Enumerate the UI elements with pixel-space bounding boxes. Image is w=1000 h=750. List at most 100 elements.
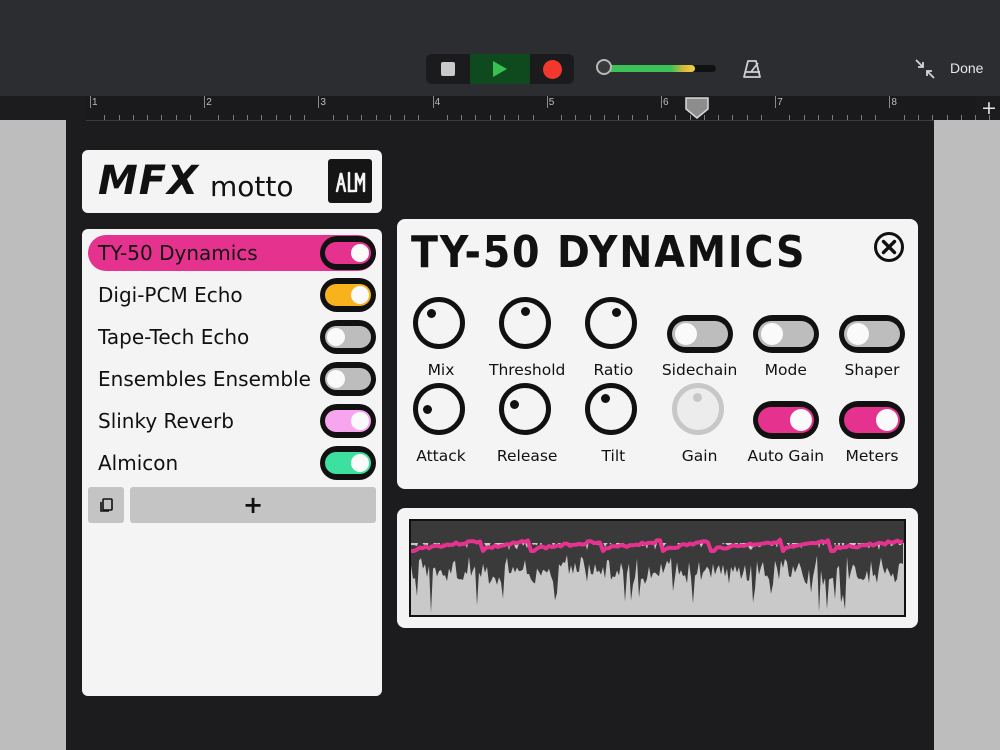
auto-gain-toggle[interactable]	[752, 401, 819, 439]
toggle-knob	[789, 409, 812, 431]
knob-indicator	[601, 393, 611, 403]
ruler-minor-tick	[875, 115, 877, 120]
ruler-minor-tick	[818, 115, 820, 120]
ruler-minor-tick	[332, 115, 334, 120]
mode-toggle[interactable]	[752, 315, 819, 353]
done-button[interactable]: Done	[950, 60, 983, 76]
playhead-marker[interactable]	[685, 97, 709, 119]
toggle-knob	[876, 409, 898, 431]
knob-indicator	[520, 306, 530, 316]
panel-title: TY-50 DYNAMICS	[411, 227, 807, 278]
record-icon	[542, 59, 562, 79]
effect-row[interactable]: Slinky Reverb	[88, 403, 376, 439]
timeline-ruler[interactable]: 1 2 3 4 5 6 7 8	[86, 96, 991, 121]
effect-enable-toggle[interactable]	[320, 236, 376, 270]
effect-enable-toggle[interactable]	[320, 320, 376, 354]
meters-toggle[interactable]	[839, 401, 905, 439]
ruler-minor-tick	[846, 115, 848, 120]
ruler-minor-tick	[917, 115, 919, 120]
ruler-minor-tick	[346, 115, 348, 120]
brand-name: MFX	[98, 158, 199, 204]
effect-row[interactable]: TY-50 Dynamics	[88, 235, 376, 271]
left-gutter	[0, 120, 66, 750]
threshold-knob[interactable]	[499, 297, 552, 349]
auto-gain-control: Auto Gain	[743, 383, 829, 469]
volume-handle[interactable]	[596, 59, 612, 75]
minimize-icon[interactable]	[914, 58, 936, 80]
ruler-minor-tick	[475, 115, 477, 120]
ruler-minor-tick	[561, 115, 563, 120]
brand-subtitle: motto	[210, 170, 294, 203]
effect-name: TY-50 Dynamics	[98, 241, 258, 265]
toggle-knob	[327, 370, 345, 388]
sidechain-toggle[interactable]	[666, 315, 733, 353]
ruler-bar-number: 5	[548, 97, 555, 108]
add-track-button[interactable]: +	[978, 97, 1000, 119]
master-volume-slider[interactable]	[596, 59, 720, 77]
mix-label: Mix	[427, 361, 455, 379]
ruler-major-tick	[90, 96, 91, 108]
ruler-minor-tick	[803, 115, 805, 120]
shaper-label: Shaper	[844, 361, 900, 379]
ruler-minor-tick	[532, 115, 534, 120]
close-panel-button[interactable]	[873, 231, 905, 263]
duplicate-effect-button[interactable]	[88, 487, 124, 523]
ruler-minor-tick	[389, 115, 391, 120]
knob-indicator	[693, 392, 703, 402]
volume-fill	[600, 65, 696, 72]
ruler-major-tick	[318, 96, 320, 108]
toggle-knob	[351, 286, 369, 304]
sidechain-control: Sidechain	[657, 297, 743, 383]
toggle-knob	[674, 323, 697, 345]
meters-label: Meters	[845, 447, 899, 465]
brand-card: MFX motto	[82, 150, 382, 213]
effect-enable-toggle[interactable]	[320, 446, 376, 480]
knob-indicator	[422, 405, 432, 415]
effect-row[interactable]: Digi-PCM Echo	[88, 277, 376, 313]
ruler-major-tick	[661, 96, 662, 108]
effect-name: Digi-PCM Echo	[98, 283, 243, 307]
ruler-minor-tick	[760, 115, 762, 120]
ratio-knob[interactable]	[585, 297, 638, 349]
tilt-knob[interactable]	[585, 383, 638, 435]
ruler-bar-number: 6	[663, 97, 669, 108]
transport-controls	[426, 54, 574, 84]
gain-control: Gain	[657, 383, 743, 469]
toggle-knob	[351, 412, 369, 430]
gain-knob	[671, 383, 724, 435]
shaper-toggle[interactable]	[839, 315, 905, 353]
add-effect-button[interactable]: +	[130, 487, 376, 523]
play-button[interactable]	[470, 54, 530, 84]
ruler-minor-tick	[289, 115, 291, 120]
ruler-minor-tick	[275, 115, 277, 120]
effect-enable-toggle[interactable]	[320, 362, 376, 396]
effect-name: Ensembles Ensemble	[98, 367, 311, 391]
effect-row[interactable]: Tape-Tech Echo	[88, 319, 376, 355]
threshold-control: Threshold	[484, 297, 570, 383]
mix-knob[interactable]	[413, 297, 465, 349]
play-icon	[493, 61, 507, 77]
effect-row[interactable]: Ensembles Ensemble	[88, 361, 376, 397]
ruler-minor-tick	[589, 115, 591, 120]
ruler-minor-tick	[175, 115, 177, 120]
ruler-bar-number: 1	[92, 97, 98, 108]
mode-label: Mode	[764, 361, 807, 379]
ruler-minor-tick	[218, 115, 220, 120]
ratio-control: Ratio	[570, 297, 656, 383]
release-knob[interactable]	[499, 383, 552, 435]
metronome-icon[interactable]	[741, 58, 763, 80]
mode-control: Mode	[743, 297, 829, 383]
effect-enable-toggle[interactable]	[320, 278, 376, 312]
record-button[interactable]	[530, 54, 574, 84]
ruler-minor-tick	[903, 115, 905, 120]
attack-knob[interactable]	[413, 383, 465, 435]
stop-button[interactable]	[426, 54, 470, 84]
effect-row[interactable]: Almicon	[88, 445, 376, 481]
ruler-minor-tick	[132, 115, 134, 120]
ruler-minor-tick	[675, 115, 677, 120]
effect-enable-toggle[interactable]	[320, 404, 376, 438]
ruler-bar-number: 8	[891, 97, 897, 108]
effects-list: TY-50 Dynamics Digi-PCM Echo Tape-Tech Ech…	[82, 229, 382, 696]
ruler-minor-tick	[161, 115, 163, 120]
ruler-minor-tick	[632, 115, 634, 120]
